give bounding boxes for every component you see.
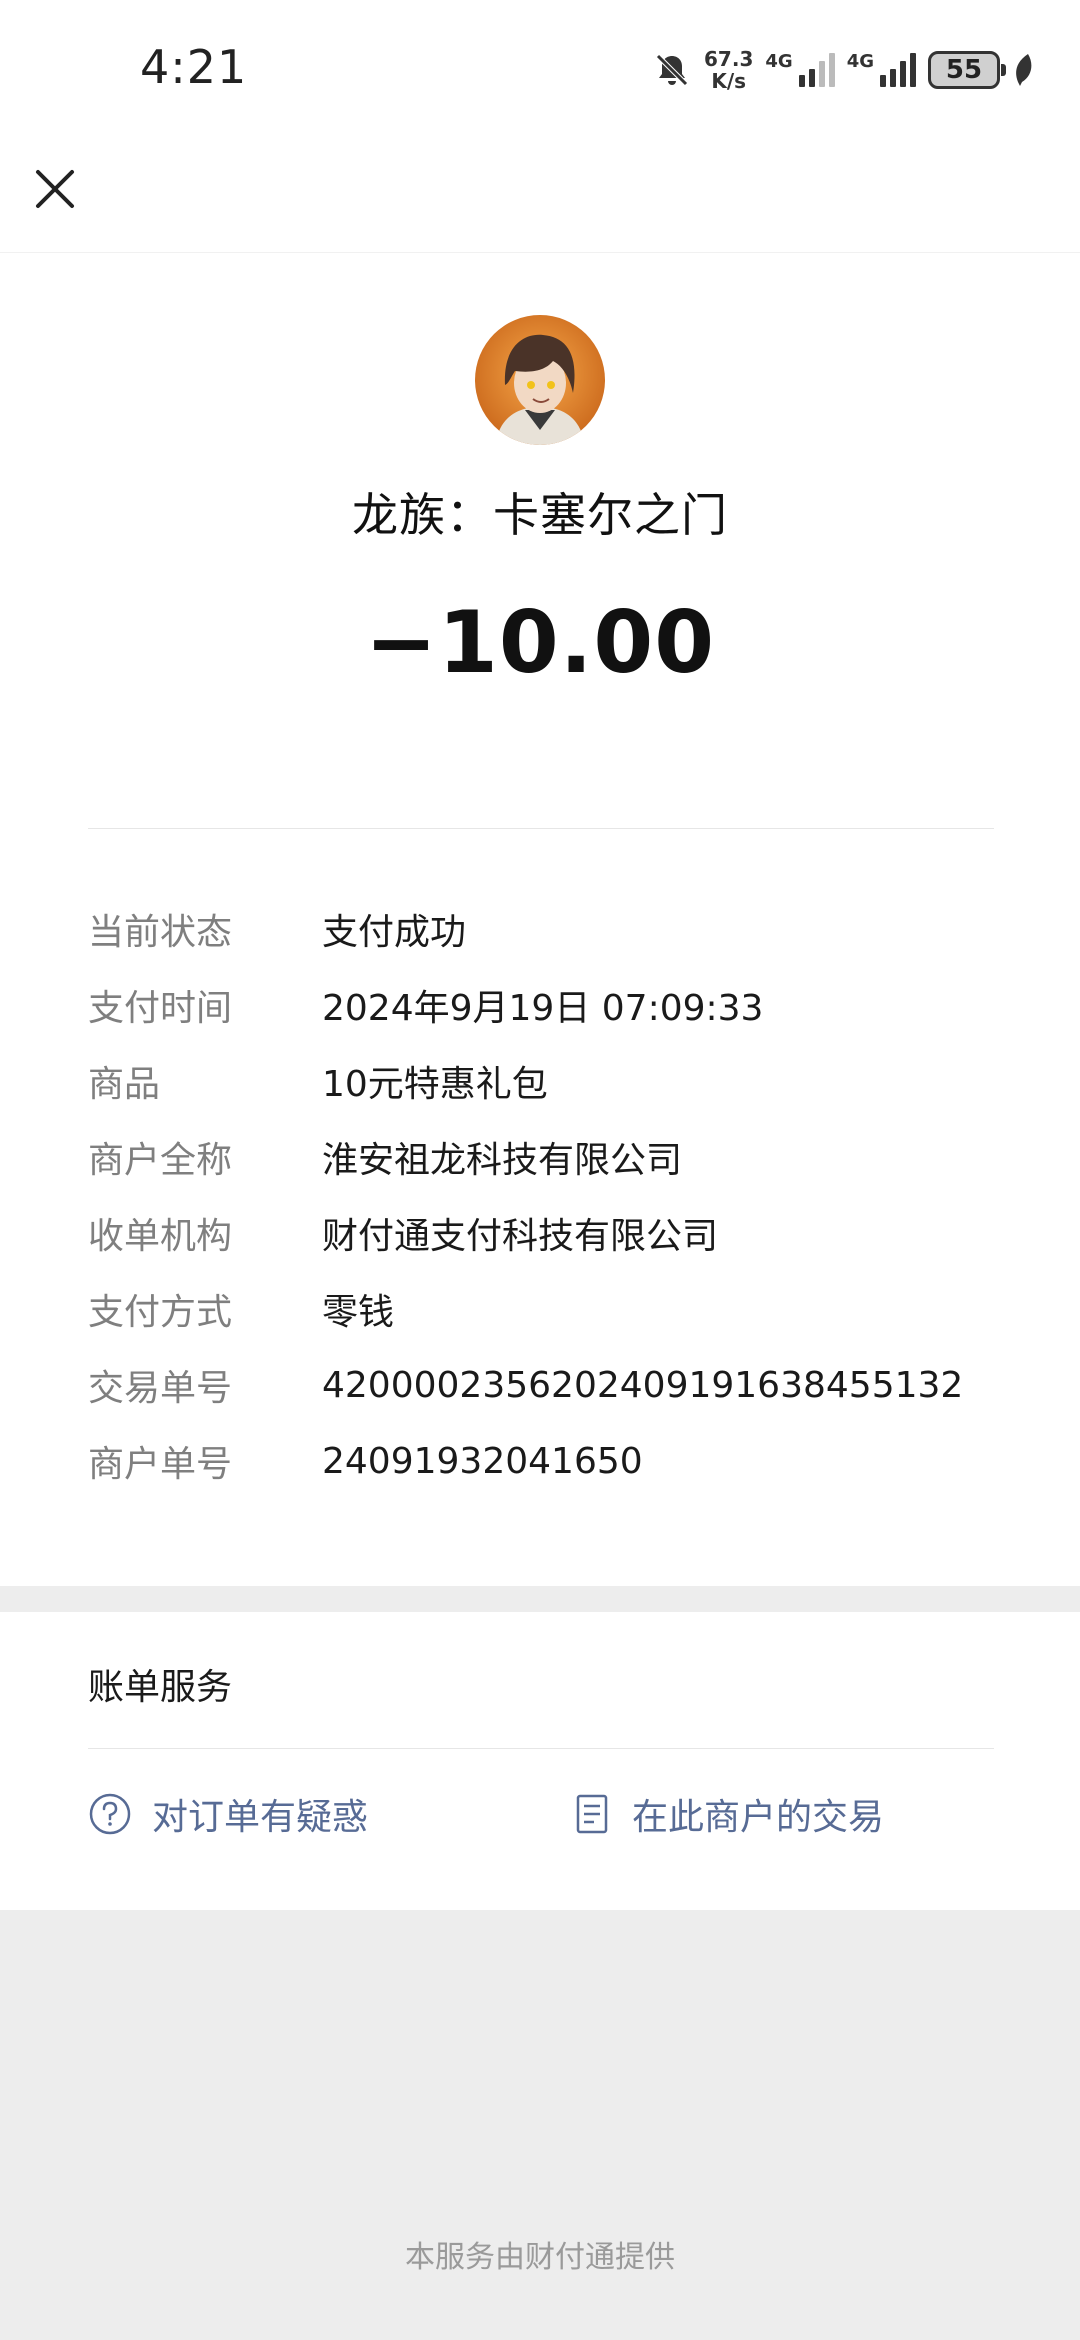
detail-label: 支付方式 [88, 1292, 233, 1333]
merchant-name: 龙族：卡塞尔之门 [352, 488, 728, 542]
detail-label: 当前状态 [88, 912, 233, 953]
detail-label: 交易单号 [88, 1368, 233, 1409]
detail-value: 24091932041650 [322, 1440, 643, 1482]
divider [88, 1748, 994, 1749]
order-question-link[interactable]: 对订单有疑惑 [88, 1788, 368, 1840]
detail-label: 商户全称 [88, 1140, 233, 1181]
detail-row-payment-method: 支付方式 零钱 [88, 1271, 1008, 1347]
detail-row-merchant-order-id: 商户单号 24091932041650 [88, 1423, 1008, 1499]
bell-off-icon [656, 54, 688, 86]
payment-detail-page: 4:21 67.3 K/s 4G 4G 55 龙族：卡塞尔之门 −10.00 当… [0, 0, 1080, 2340]
detail-row-transaction-id: 交易单号 4200002356202409191638455132 [88, 1347, 1008, 1423]
leaf-icon [1016, 54, 1032, 86]
status-icons: 67.3 K/s 4G 4G 55 [652, 44, 1036, 96]
detail-row-product: 商品 10元特惠礼包 [88, 1043, 1008, 1119]
detail-label: 收单机构 [88, 1216, 233, 1257]
detail-row-time: 支付时间 2024年9月19日 07:09:33 [88, 967, 1008, 1043]
footer-text: 本服务由财付通提供 [405, 2240, 675, 2275]
detail-row-status: 当前状态 支付成功 [88, 891, 1008, 967]
detail-value: 零钱 [322, 1292, 395, 1333]
order-question-label: 对订单有疑惑 [152, 1797, 369, 1838]
battery-icon: 55 [928, 51, 1006, 89]
signal-icon: 4G [765, 51, 835, 87]
close-icon[interactable] [30, 164, 80, 214]
status-bar: 4:21 67.3 K/s 4G 4G 55 [0, 0, 1080, 140]
merchant-trades-label: 在此商户的交易 [632, 1797, 885, 1838]
detail-value: 2024年9月19日 07:09:33 [322, 988, 764, 1029]
detail-row-acquirer: 收单机构 财付通支付科技有限公司 [88, 1195, 1008, 1271]
detail-label: 商品 [88, 1064, 161, 1105]
detail-value: 4200002356202409191638455132 [322, 1364, 964, 1406]
signal1-label: 4G [765, 51, 793, 72]
merchant-avatar [475, 315, 605, 445]
net-speed-value: 67.3 [704, 47, 754, 71]
detail-value: 支付成功 [322, 912, 467, 953]
bill-service-section: 账单服务 对订单有疑惑 在此商户的交易 [0, 1612, 1080, 1910]
details-list: 当前状态 支付成功 支付时间 2024年9月19日 07:09:33 商品 10… [88, 891, 1008, 1499]
net-speed-unit: K/s [711, 69, 747, 93]
battery-level: 55 [945, 55, 983, 85]
detail-value: 财付通支付科技有限公司 [322, 1216, 719, 1257]
detail-label: 支付时间 [88, 988, 233, 1029]
bill-service-title: 账单服务 [88, 1667, 233, 1708]
signal-icon: 4G [847, 53, 916, 87]
detail-label: 商户单号 [88, 1444, 233, 1485]
document-icon [576, 1794, 608, 1834]
top-nav [0, 140, 1080, 252]
net-speed: 67.3 K/s [704, 48, 753, 92]
amount: −10.00 [364, 593, 716, 693]
detail-row-merchant-full-name: 商户全称 淮安祖龙科技有限公司 [88, 1119, 1008, 1195]
divider [88, 828, 994, 829]
status-time: 4:21 [140, 40, 248, 94]
merchant-trades-link[interactable]: 在此商户的交易 [572, 1788, 884, 1840]
transaction-card: 龙族：卡塞尔之门 −10.00 当前状态 支付成功 支付时间 2024年9月19… [0, 252, 1080, 1586]
question-circle-icon [89, 1793, 131, 1835]
detail-value: 10元特惠礼包 [322, 1064, 548, 1105]
signal2-label: 4G [846, 51, 874, 72]
detail-value: 淮安祖龙科技有限公司 [322, 1140, 683, 1181]
